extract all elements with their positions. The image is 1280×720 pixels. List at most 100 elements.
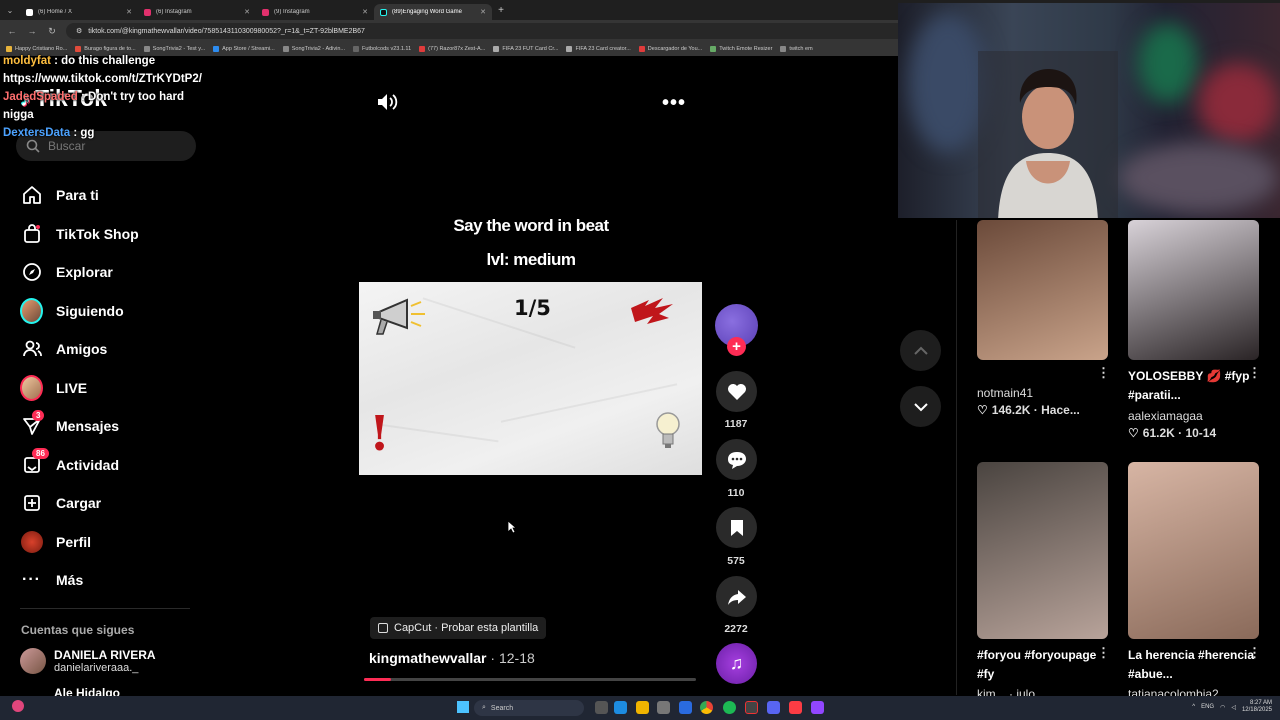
video-title[interactable]: YOLOSEBBY 💋 #fyp #paratii...: [1128, 367, 1256, 405]
windows-start-icon[interactable]: [457, 701, 469, 713]
chat-message: https://www.tiktok.com/t/ZTrKYDtP2/: [3, 73, 202, 85]
music-app-icon[interactable]: [789, 701, 802, 714]
new-tab-button[interactable]: +: [492, 5, 510, 16]
bookmark-item[interactable]: App Store / Streami...: [213, 46, 275, 52]
chat-message: JadedSpaded : Don't try too hard nigga: [3, 91, 185, 121]
twitch-icon[interactable]: [811, 701, 824, 714]
site-info-icon[interactable]: ⚙: [76, 27, 82, 35]
previous-video-button[interactable]: [900, 330, 941, 371]
edge-icon[interactable]: [614, 701, 627, 714]
spotify-icon[interactable]: [723, 701, 736, 714]
close-icon[interactable]: ✕: [244, 8, 250, 16]
browser-tab[interactable]: (6) Instagram ✕: [138, 4, 256, 20]
sidebar-item-live[interactable]: LIVE: [20, 369, 200, 408]
sidebar-item-explorar[interactable]: Explorar: [20, 253, 200, 292]
chevron-up-icon: [913, 346, 928, 355]
bookmark-label: FIFA 23 Card creator...: [575, 46, 631, 52]
video-thumbnail[interactable]: [1128, 462, 1259, 639]
sidebar-item-cargar[interactable]: Cargar: [20, 484, 200, 523]
sidebar-item-perfil[interactable]: Perfil: [20, 523, 200, 562]
bookmark-item[interactable]: FIFA 23 Card creator...: [566, 46, 631, 52]
bookmark-favicon-icon: [493, 46, 500, 52]
language-indicator[interactable]: ENG: [1201, 704, 1214, 710]
task-view-icon[interactable]: [595, 701, 608, 714]
bookmark-item[interactable]: SongTrivia2 - Adivin...: [282, 46, 346, 52]
like-button[interactable]: [716, 371, 757, 412]
taskbar-search[interactable]: ⌕ Search: [474, 700, 584, 716]
following-section-title: Cuentas que sigues: [21, 623, 135, 637]
sidebar-item-amigos[interactable]: Amigos: [20, 330, 200, 369]
back-icon[interactable]: ←: [6, 26, 18, 36]
volume-icon[interactable]: [376, 92, 398, 112]
browser-tab-active[interactable]: (89)Engaging Word Game ✕: [374, 4, 492, 20]
sidebar-item-label: Mensajes: [56, 418, 120, 435]
close-icon[interactable]: ✕: [362, 8, 368, 16]
bookmark-favicon-icon: [282, 46, 289, 52]
bookmark-item[interactable]: twitch em: [780, 46, 813, 52]
author-name: kingmathewvallar: [369, 650, 487, 666]
app-icon[interactable]: [745, 701, 758, 714]
bookmark-item[interactable]: FIFA 23 FUT Card Cr...: [493, 46, 558, 52]
browser-tab[interactable]: (9) Instagram ✕: [256, 4, 374, 20]
video-thumbnail[interactable]: [977, 462, 1108, 639]
music-disc-button[interactable]: ♫: [716, 643, 757, 684]
browser-tab[interactable]: (6) Home / X ✕: [20, 4, 138, 20]
more-options-icon[interactable]: •••: [662, 92, 686, 115]
system-tray: ^ ENG ◠ ◁ 8:27 AM 12/18/2025: [1192, 700, 1272, 714]
chat-text: do this challenge: [61, 55, 156, 67]
video-thumbnail[interactable]: [1128, 220, 1259, 360]
taskbar-clock[interactable]: 8:27 AM 12/18/2025: [1242, 700, 1272, 714]
close-icon[interactable]: ✕: [126, 8, 132, 16]
share-button[interactable]: [716, 576, 757, 617]
video-thumbnail[interactable]: [977, 220, 1108, 360]
sidebar-item-label: Para ti: [56, 187, 99, 204]
search-label: Search: [490, 704, 514, 712]
bookmark-item[interactable]: (77) Razor87x Zest-A...: [419, 46, 485, 52]
bookmark-item[interactable]: Descargador de You...: [638, 46, 702, 52]
bookmark-icon: [730, 519, 743, 536]
sidebar-item-mas[interactable]: ··· Más: [20, 561, 200, 600]
notification-icon[interactable]: [12, 700, 24, 712]
save-button[interactable]: [716, 507, 757, 548]
next-video-button[interactable]: [900, 386, 941, 427]
mail-icon[interactable]: [679, 701, 692, 714]
webcam-shade: [1118, 143, 1278, 213]
video-title[interactable]: La herencia #herencia #abue...: [1128, 646, 1256, 684]
chevron-up-icon[interactable]: ^: [1192, 704, 1195, 710]
speaker-icon[interactable]: ◁: [1231, 704, 1236, 711]
sidebar-item-mensajes[interactable]: 3 Mensajes: [20, 407, 200, 446]
reload-icon[interactable]: ↻: [46, 26, 58, 37]
chrome-icon[interactable]: [700, 701, 713, 714]
bookmark-favicon-icon: [710, 46, 717, 52]
video-username[interactable]: notmain41: [977, 386, 1033, 400]
sidebar-item-para-ti[interactable]: Para ti: [20, 176, 200, 215]
messages-icon: 3: [20, 409, 45, 438]
bookmark-favicon-icon: [419, 46, 426, 52]
video-player[interactable]: 1/5 !: [359, 282, 702, 475]
close-icon[interactable]: ✕: [480, 8, 486, 16]
following-account[interactable]: DANIELA RIVERA danielariveraaa._: [20, 648, 156, 674]
capcut-template-button[interactable]: CapCut · Probar esta plantilla: [370, 617, 547, 639]
video-author[interactable]: kingmathewvallar · 12-18: [369, 650, 535, 666]
forward-icon[interactable]: →: [26, 26, 38, 36]
sidebar-item-tiktok-shop[interactable]: TikTok Shop: [20, 215, 200, 254]
file-explorer-icon[interactable]: [636, 701, 649, 714]
instagram-favicon-icon: [262, 8, 269, 16]
sidebar-item-siguiendo[interactable]: Siguiendo: [20, 292, 200, 331]
bookmark-item[interactable]: Futbolcods v23.1.11: [353, 46, 411, 52]
follow-plus-button[interactable]: +: [727, 337, 746, 356]
comment-button[interactable]: [716, 439, 757, 480]
sidebar-item-actividad[interactable]: 86 Actividad: [20, 446, 200, 485]
bookmark-label: FIFA 23 FUT Card Cr...: [502, 46, 559, 52]
chevron-down-icon: [913, 402, 928, 411]
wifi-icon[interactable]: ◠: [1220, 704, 1225, 711]
bookmark-item[interactable]: Twitch Emote Resizer: [710, 46, 772, 52]
bookmark-label: SongTrivia2 - Adivin...: [291, 46, 346, 52]
tab-search-icon[interactable]: ⌄: [0, 0, 20, 20]
video-title[interactable]: #foryou #foryoupage #fy: [977, 646, 1105, 684]
discord-icon[interactable]: [767, 701, 780, 714]
more-icon[interactable]: ⋮: [1097, 365, 1110, 381]
video-progress-bar[interactable]: [364, 678, 696, 681]
video-username[interactable]: aalexiamagaa: [1128, 409, 1203, 423]
store-icon[interactable]: [657, 701, 670, 714]
